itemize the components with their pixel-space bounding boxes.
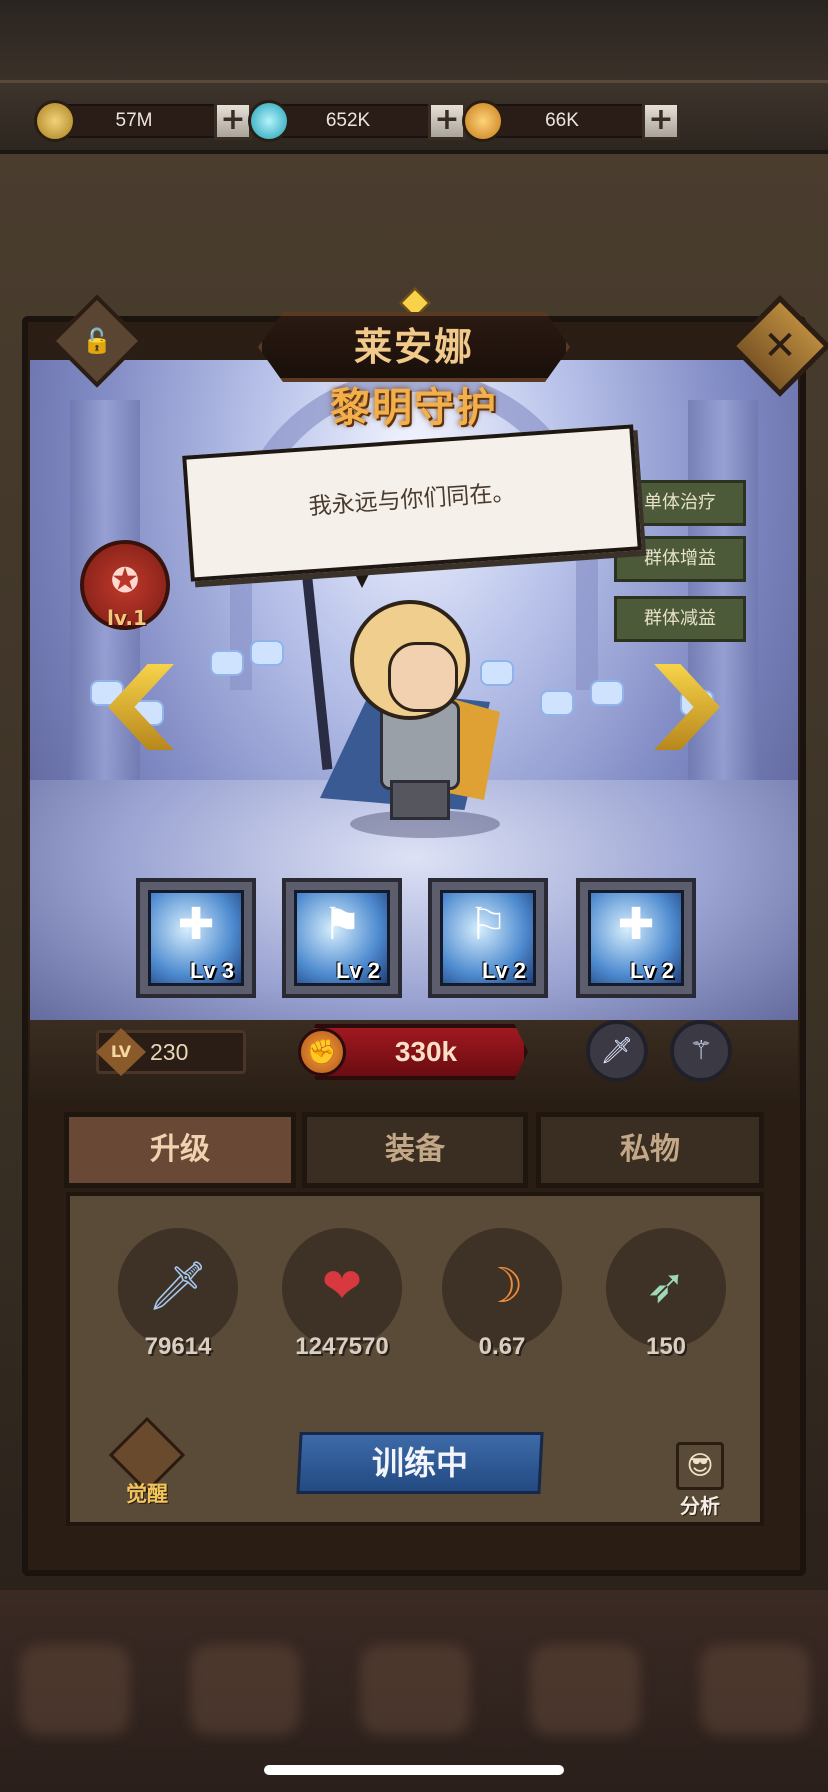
crescent-blade-icon: ☽ bbox=[480, 1258, 524, 1314]
chevron-left-icon bbox=[108, 664, 174, 750]
coin-amount: 57M bbox=[115, 110, 153, 131]
hero-level: 230 bbox=[150, 1039, 189, 1065]
arrow-icon: ➶ bbox=[645, 1258, 687, 1314]
pentagram-icon: ✪ bbox=[110, 561, 140, 601]
tab-upgrade[interactable]: 升级 bbox=[64, 1112, 296, 1188]
combat-power: 330k bbox=[394, 1036, 458, 1067]
hero-name: 莱安娜 bbox=[353, 325, 474, 369]
add-coin-button[interactable]: + bbox=[214, 102, 252, 140]
heart-icon: ❤ bbox=[321, 1258, 363, 1314]
skill-slot-2[interactable]: ⚑ Lv 2 bbox=[282, 878, 402, 998]
health-value: 1247570 bbox=[295, 1333, 389, 1360]
skill-glyph: ⚑ bbox=[322, 899, 362, 950]
add-medal-button[interactable]: + bbox=[642, 102, 680, 140]
hero-face bbox=[388, 642, 458, 712]
top-backdrop bbox=[0, 0, 828, 80]
chevron-right-icon bbox=[654, 664, 720, 750]
skill-glyph: ✚ bbox=[177, 899, 215, 950]
emblem-level: lv.1 bbox=[107, 606, 147, 630]
skill-level: Lv 2 bbox=[482, 958, 527, 983]
skill-level: Lv 3 bbox=[190, 958, 235, 983]
crystal-decoration bbox=[250, 640, 284, 666]
hero-title: 黎明守护 bbox=[330, 385, 498, 431]
blurred-nav-icon bbox=[360, 1645, 470, 1735]
sword-icon: 🗡 bbox=[147, 1258, 209, 1314]
blurred-nav-icon bbox=[700, 1645, 810, 1735]
skill-slot-4[interactable]: ✚ Lv 2 bbox=[576, 878, 696, 998]
hero-character[interactable] bbox=[301, 570, 520, 840]
next-hero-button[interactable] bbox=[654, 664, 720, 750]
role-tag: 群体减益 bbox=[614, 596, 746, 642]
close-icon: ✕ bbox=[763, 323, 797, 369]
attack-speed-value: 0.67 bbox=[478, 1333, 526, 1360]
weapon-button[interactable]: 🗡 bbox=[586, 1020, 648, 1082]
hero-legs bbox=[390, 780, 450, 820]
gem-amount: 652K bbox=[325, 110, 371, 131]
crystal-decoration bbox=[590, 680, 624, 706]
skill-glyph: ⚐ bbox=[468, 899, 508, 950]
fist-icon: ✊ bbox=[298, 1028, 346, 1076]
crystal-decoration bbox=[210, 650, 244, 676]
crystal-icon bbox=[248, 100, 290, 142]
awaken-label: 觉醒 bbox=[126, 1482, 168, 1506]
blurred-nav-icon bbox=[190, 1645, 300, 1735]
coin-icon bbox=[34, 100, 76, 142]
attack-value: 79614 bbox=[144, 1333, 212, 1360]
skill-level: Lv 2 bbox=[336, 958, 381, 983]
tab-equipment[interactable]: 装备 bbox=[302, 1112, 528, 1188]
staff-button[interactable]: ⚚ bbox=[670, 1020, 732, 1082]
training-label: 训练中 bbox=[371, 1444, 468, 1482]
medal-amount: 66K bbox=[545, 110, 579, 131]
home-indicator[interactable] bbox=[264, 1765, 564, 1775]
crystal-decoration bbox=[540, 690, 574, 716]
sunglasses-icon: 😎 bbox=[676, 1442, 724, 1490]
blurred-nav-icon bbox=[20, 1645, 130, 1735]
skill-slot-3[interactable]: ⚐ Lv 2 bbox=[428, 878, 548, 998]
skill-glyph: ✚ bbox=[617, 899, 655, 950]
skill-level: Lv 2 bbox=[630, 958, 675, 983]
unlock-icon: 🔓 bbox=[82, 327, 112, 355]
skill-slot-1[interactable]: ✚ Lv 3 bbox=[136, 878, 256, 998]
analyze-label: 分析 bbox=[680, 1494, 720, 1518]
medal-icon bbox=[462, 100, 504, 142]
previous-hero-button[interactable] bbox=[108, 664, 174, 750]
range-value: 150 bbox=[645, 1333, 687, 1360]
resource-bar: 57M + 652K + 66K + bbox=[0, 80, 828, 154]
add-gem-button[interactable]: + bbox=[428, 102, 466, 140]
blurred-nav-icon bbox=[530, 1645, 640, 1735]
tab-personal-item[interactable]: 私物 bbox=[536, 1112, 764, 1188]
